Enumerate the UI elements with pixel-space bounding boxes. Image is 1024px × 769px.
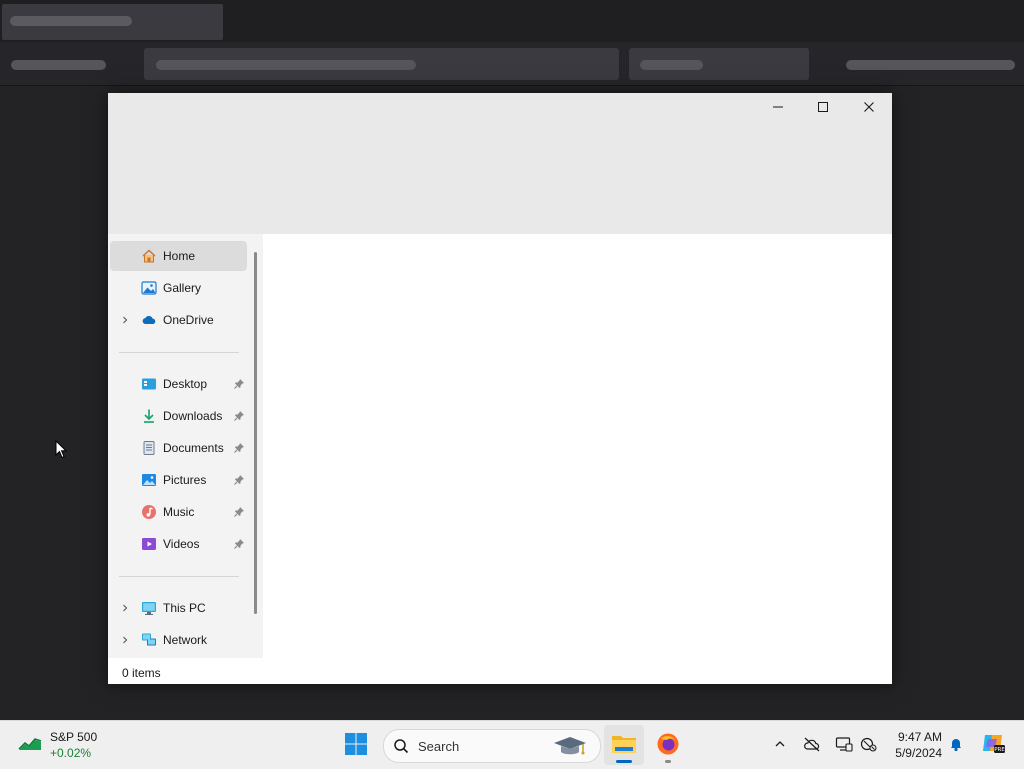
taskbar-clock[interactable]: 9:47 AM 5/9/2024 [886, 729, 942, 761]
taskbar-firefox[interactable] [648, 725, 688, 765]
sidebar-item-label: OneDrive [163, 313, 214, 327]
show-hidden-icons-button[interactable] [770, 735, 790, 755]
downloads-folder-icon [141, 408, 157, 424]
sidebar-item-label: Pictures [163, 473, 207, 487]
taskbar-search-box[interactable]: Search [383, 729, 601, 763]
background-address-box[interactable] [144, 48, 619, 80]
sidebar-item-pictures[interactable]: Pictures [110, 465, 247, 495]
navigation-pane-scrollbar[interactable] [254, 252, 257, 614]
sidebar-item-label: Home [163, 249, 196, 263]
notifications-button[interactable] [946, 735, 966, 755]
file-explorer-window: Home Gallery OneDrive Desktop Downloads … [108, 93, 892, 684]
chevron-right-icon[interactable] [119, 634, 131, 646]
sidebar-item-label: This PC [163, 601, 206, 615]
music-folder-icon [141, 504, 157, 520]
start-button[interactable] [336, 725, 376, 765]
onedrive-icon [141, 312, 157, 328]
sidebar-item-network[interactable]: Network [110, 625, 247, 655]
mouse-cursor-icon [55, 439, 68, 462]
clock-date: 5/9/2024 [895, 746, 942, 760]
minimize-button[interactable] [755, 93, 801, 121]
home-icon [141, 248, 157, 264]
chevron-right-icon[interactable] [119, 314, 131, 326]
pin-icon[interactable] [233, 538, 245, 550]
search-placeholder: Search [418, 739, 460, 754]
sidebar-item-label: Gallery [163, 281, 202, 295]
background-search-box[interactable] [629, 48, 809, 80]
stock-change: +0.02% [50, 746, 92, 760]
maximize-button[interactable] [800, 93, 846, 121]
graduation-cap-icon [552, 734, 588, 761]
copilot-icon: PRE [980, 730, 1006, 759]
active-app-indicator [616, 760, 632, 763]
network-tray-button[interactable] [859, 735, 879, 755]
taskbar-file-explorer[interactable] [604, 725, 644, 765]
sidebar-divider [119, 352, 239, 353]
pin-icon[interactable] [233, 442, 245, 454]
background-app-tab[interactable] [2, 4, 223, 40]
item-count-text: 0 items [122, 666, 161, 680]
minimize-icon [772, 101, 784, 113]
onedrive-offline-icon [803, 736, 821, 755]
sidebar-item-label: Network [163, 633, 208, 647]
clock-time: 9:47 AM [897, 730, 942, 744]
gallery-icon [141, 280, 157, 296]
start-icon [344, 732, 368, 759]
network-icon [141, 632, 157, 648]
sidebar-item-label: Music [163, 505, 195, 519]
sidebar-item-downloads[interactable]: Downloads [110, 401, 247, 431]
sidebar-item-gallery[interactable]: Gallery [110, 273, 247, 303]
documents-folder-icon [141, 440, 157, 456]
status-bar: 0 items [108, 658, 892, 684]
running-app-indicator [665, 760, 671, 763]
navigation-pane: Home Gallery OneDrive Desktop Downloads … [108, 234, 263, 658]
chevron-right-icon[interactable] [119, 602, 131, 614]
sidebar-item-music[interactable]: Music [110, 497, 247, 527]
background-app-toolbar [0, 42, 1024, 86]
sidebar-item-home[interactable]: Home [110, 241, 247, 271]
sidebar-item-desktop[interactable]: Desktop [110, 369, 247, 399]
chevron-up-icon [774, 738, 786, 753]
sidebar-item-onedrive[interactable]: OneDrive [110, 305, 247, 335]
background-placeholder [11, 60, 106, 70]
pin-icon[interactable] [233, 410, 245, 422]
pictures-folder-icon [141, 472, 157, 488]
background-app-titlebar [0, 0, 1024, 42]
maximize-icon [817, 101, 829, 113]
display-icon [835, 736, 853, 755]
file-list-area[interactable] [263, 234, 892, 658]
this-pc-icon [141, 600, 157, 616]
onedrive-tray-button[interactable] [802, 735, 822, 755]
background-placeholder [846, 60, 1015, 70]
pin-icon[interactable] [233, 474, 245, 486]
sidebar-item-this-pc[interactable]: This PC [110, 593, 247, 623]
search-icon [393, 738, 409, 757]
network-offline-icon [860, 736, 878, 755]
close-button[interactable] [846, 93, 892, 121]
sidebar-item-label: Documents [163, 441, 224, 455]
file-explorer-icon [611, 733, 637, 758]
videos-folder-icon [141, 536, 157, 552]
close-icon [863, 101, 875, 113]
sidebar-item-label: Desktop [163, 377, 208, 391]
taskbar: S&P 500 +0.02% Search 9:47 AM 5/9/2024 P… [0, 720, 1024, 769]
firefox-icon [656, 732, 680, 759]
sidebar-item-documents[interactable]: Documents [110, 433, 247, 463]
pin-icon[interactable] [233, 506, 245, 518]
display-tray-button[interactable] [834, 735, 854, 755]
stock-chart-icon [18, 736, 42, 755]
sidebar-item-label: Videos [163, 537, 200, 551]
sidebar-item-label: Downloads [163, 409, 223, 423]
stock-name: S&P 500 [50, 730, 98, 744]
window-titlebar [108, 93, 892, 234]
sidebar-divider [119, 576, 239, 577]
copilot-button[interactable]: PRE [980, 731, 1006, 757]
sidebar-item-videos[interactable]: Videos [110, 529, 247, 559]
pin-icon[interactable] [233, 378, 245, 390]
bell-icon [948, 736, 964, 755]
desktop-folder-icon [141, 376, 157, 392]
svg-text:PRE: PRE [994, 747, 1005, 753]
